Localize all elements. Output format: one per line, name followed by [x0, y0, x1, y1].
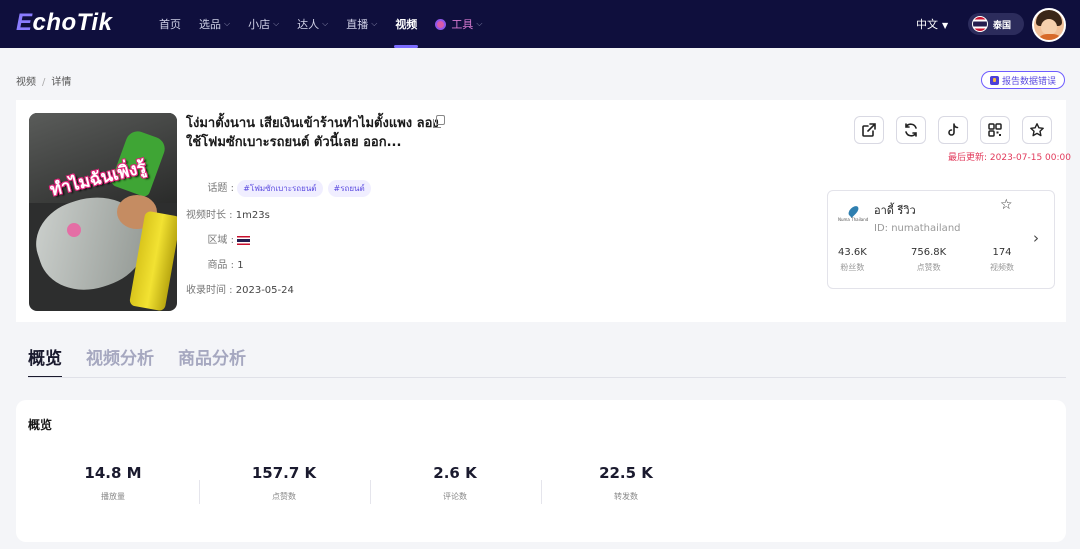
- author-card[interactable]: Numa Thailand อาดี้ รีวิว ID: numathaila…: [827, 190, 1055, 289]
- chevron-down-icon: ⌵: [322, 19, 329, 28]
- nav-influencer[interactable]: 达人 ⌵: [288, 0, 337, 48]
- qr-code-icon: [988, 123, 1002, 137]
- qr-code-button[interactable]: [980, 116, 1010, 144]
- nav-product-select[interactable]: 选品 ⌵: [190, 0, 239, 48]
- breadcrumb-video[interactable]: 视频: [16, 77, 36, 88]
- tiktok-icon: [948, 123, 959, 136]
- chevron-down-icon: ⌵: [371, 19, 378, 28]
- product-count: 1: [237, 260, 244, 271]
- duration-value: 1m23s: [235, 210, 270, 221]
- refresh-button[interactable]: [896, 116, 926, 144]
- video-info-card: ทำไมฉันเพิ่งรู้ โง่มาตั้งนาน เสียเงินเข้…: [16, 100, 1071, 322]
- report-icon: [989, 75, 999, 85]
- region-selector[interactable]: 泰国: [968, 13, 1024, 35]
- chevron-right-icon[interactable]: ›: [1033, 229, 1039, 247]
- follow-star-icon[interactable]: ☆: [1000, 197, 1013, 213]
- video-thumbnail[interactable]: ทำไมฉันเพิ่งรู้: [29, 113, 177, 311]
- overview-card: 概览 14.8 M 播放量 157.7 K 点赞数 2.6 K 评论数 22.5…: [16, 400, 1066, 542]
- product-row: 商品 : 1: [207, 260, 244, 271]
- author-likes: 756.8K 点赞数: [911, 247, 947, 272]
- tools-icon: [435, 18, 447, 30]
- topics-row: 话题 : #โฟมซักเบาะรถยนต์ #รถยนต์: [186, 179, 376, 197]
- language-selector[interactable]: 中文 ▼: [916, 16, 948, 32]
- tab-overview[interactable]: 概览: [28, 344, 62, 378]
- chevron-down-icon: ⌵: [273, 19, 280, 28]
- nav-video[interactable]: 视频: [386, 0, 426, 48]
- metric-plays: 14.8 M 播放量: [84, 464, 142, 501]
- echotik-logo[interactable]: EchoTik: [16, 9, 112, 37]
- tiktok-link-button[interactable]: [938, 116, 968, 144]
- external-link-icon: [862, 123, 876, 137]
- last-update-time: 最后更新: 2023-07-15 00:00: [948, 153, 1071, 163]
- nav-live[interactable]: 直播 ⌵: [337, 0, 386, 48]
- open-external-button[interactable]: [854, 116, 884, 144]
- duration-row: 视频时长 : 1m23s: [186, 210, 270, 221]
- refresh-icon: [905, 123, 917, 137]
- report-data-error-button[interactable]: 报告数据错误: [981, 71, 1065, 89]
- region-row: 区域 :: [186, 231, 251, 246]
- favorite-button[interactable]: [1022, 116, 1052, 144]
- metric-comments: 2.6 K 评论数: [433, 464, 477, 501]
- collected-date: 2023-05-24: [235, 285, 294, 296]
- user-avatar[interactable]: [1032, 8, 1066, 42]
- author-id: ID: numathailand: [874, 223, 961, 234]
- copy-icon[interactable]: [433, 115, 445, 128]
- author-followers: 43.6K 粉丝数: [838, 247, 867, 272]
- main-nav: 首页 选品 ⌵ 小店 ⌵ 达人 ⌵ 直播 ⌵ 视频 工具 ⌵: [150, 0, 491, 48]
- overview-title: 概览: [28, 418, 53, 432]
- chevron-down-icon: ⌵: [224, 19, 231, 28]
- author-name[interactable]: อาดี้ รีวิว: [874, 201, 916, 219]
- metric-likes: 157.7 K 点赞数: [251, 464, 317, 501]
- caret-down-icon: ▼: [942, 21, 949, 30]
- metric-shares: 22.5 K 转发数: [599, 464, 653, 501]
- nav-home[interactable]: 首页: [150, 0, 190, 48]
- chevron-down-icon: ⌵: [476, 19, 483, 28]
- topic-tag[interactable]: #โฟมซักเบาะรถยนต์: [237, 180, 323, 197]
- nav-tools[interactable]: 工具 ⌵: [426, 0, 491, 48]
- top-navbar: EchoTik 首页 选品 ⌵ 小店 ⌵ 达人 ⌵ 直播 ⌵ 视频 工具 ⌵ 中文 ▼ 泰国: [0, 0, 1080, 48]
- author-logo: Numa Thailand: [838, 203, 868, 225]
- star-icon: [1030, 123, 1044, 137]
- breadcrumb-detail: 详情: [51, 77, 72, 88]
- tab-video-analysis[interactable]: 视频分析: [86, 344, 154, 377]
- thailand-flag-icon: [972, 16, 988, 32]
- nav-shop[interactable]: 小店 ⌵: [239, 0, 288, 48]
- tab-product-analysis[interactable]: 商品分析: [178, 344, 246, 377]
- video-title: โง่มาตั้งนาน เสียเงินเข้าร้านทำไมตั้งแพง…: [186, 116, 439, 150]
- topic-tag[interactable]: #รถยนต์: [327, 180, 371, 197]
- author-videos: 174 视频数: [990, 247, 1014, 272]
- breadcrumb: 视频 / 详情: [16, 77, 72, 88]
- thailand-flag-icon: [237, 235, 251, 245]
- detail-tabs: 概览 视频分析 商品分析: [28, 344, 270, 378]
- collected-row: 收录时间 : 2023-05-24: [186, 285, 294, 296]
